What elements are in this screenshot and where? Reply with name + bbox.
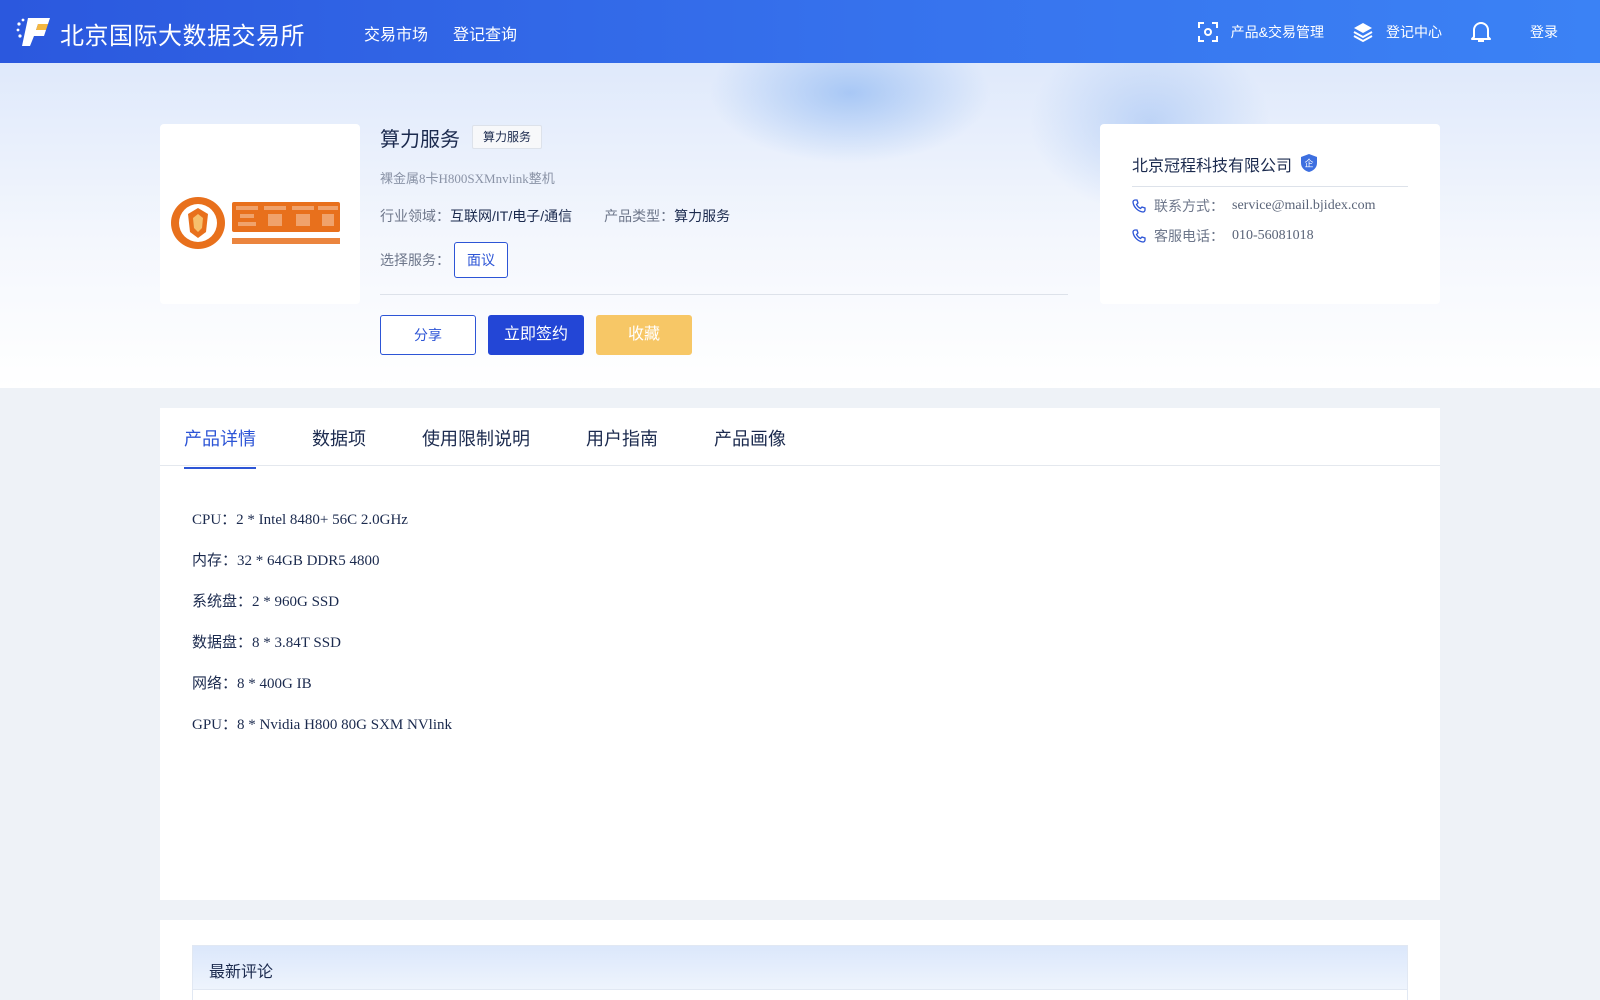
comments-title: 最新评论 xyxy=(209,964,274,981)
company-divider xyxy=(1132,186,1408,187)
product-detail-list: CPU：2 * Intel 8480+ 56C 2.0GHz 内存：32 * 6… xyxy=(192,508,452,754)
register-center-link[interactable]: 登记中心 xyxy=(1352,21,1442,43)
enterprise-shield-icon: 企 xyxy=(1301,154,1317,172)
product-subtitle: 裸金属8卡H800SXMnvlink整机 xyxy=(380,171,555,186)
industry-value: 互联网/IT/电子/通信 xyxy=(450,208,573,224)
detail-system-disk: 系统盘：2 * 960G SSD xyxy=(192,594,340,610)
tab-usage-restrictions[interactable]: 使用限制说明 xyxy=(422,425,530,467)
service-select-row: 选择服务： 面议 xyxy=(380,242,508,278)
comments-header: 最新评论 xyxy=(192,945,1408,990)
comments-body xyxy=(192,990,1408,1000)
top-header: 北京国际大数据交易所 交易市场 登记查询 产品&交易管理 登记中心 登录 xyxy=(0,0,1600,63)
sign-now-button[interactable]: 立即签约 xyxy=(488,315,584,355)
phone-number[interactable]: 010-56081018 xyxy=(1232,228,1314,244)
tab-data-items[interactable]: 数据项 xyxy=(312,425,366,467)
detail-gpu: GPU：8 * Nvidia H800 80G SXM NVlink xyxy=(192,717,453,733)
phone-icon xyxy=(1132,199,1146,213)
enterprise-badge-text: 企 xyxy=(1304,158,1313,170)
company-name[interactable]: 北京冠程科技有限公司 xyxy=(1132,152,1292,176)
contact-email[interactable]: service@mail.bjidex.com xyxy=(1232,198,1376,214)
detail-cpu: CPU：2 * Intel 8480+ 56C 2.0GHz xyxy=(192,512,408,528)
header-right-nav: 产品&交易管理 登记中心 登录 xyxy=(1197,0,1600,63)
login-link[interactable]: 登录 xyxy=(1530,22,1558,42)
nav-trade-market[interactable]: 交易市场 xyxy=(364,21,428,45)
detail-network: 网络：8 * 400G IB xyxy=(192,676,312,692)
industry-label: 行业领域： xyxy=(380,208,450,224)
brand-title[interactable]: 北京国际大数据交易所 xyxy=(60,16,305,51)
gctech-logo-icon xyxy=(171,197,340,249)
type-value: 算力服务 xyxy=(674,208,731,224)
product-title: 算力服务 xyxy=(380,129,460,151)
nav-registry-query[interactable]: 登记查询 xyxy=(453,21,517,45)
phone-icon xyxy=(1132,229,1146,243)
product-tag: 算力服务 xyxy=(472,125,543,149)
scan-frame-icon xyxy=(1197,21,1218,42)
product-trade-mgmt-label: 产品&交易管理 xyxy=(1230,23,1324,40)
register-center-label: 登记中心 xyxy=(1386,23,1442,40)
layers-icon xyxy=(1353,22,1373,42)
phone-label: 客服电话： xyxy=(1154,228,1224,244)
contact-email-row: 联系方式： service@mail.bjidex.com xyxy=(1132,196,1376,216)
share-button[interactable]: 分享 xyxy=(380,315,476,355)
product-logo-card xyxy=(160,124,360,304)
bjidex-logo-icon[interactable] xyxy=(16,14,52,48)
detail-memory: 内存：32 * 64GB DDR5 4800 xyxy=(192,553,380,569)
detail-data-disk: 数据盘：8 * 3.84T SSD xyxy=(192,635,341,651)
service-option-negotiable[interactable]: 面议 xyxy=(454,242,508,278)
service-label: 选择服务： xyxy=(380,252,450,268)
product-meta-row: 行业领域： 互联网/IT/电子/通信 产品类型： 算力服务 xyxy=(380,206,730,226)
tab-user-guide[interactable]: 用户指南 xyxy=(586,425,658,467)
favorite-button[interactable]: 收藏 xyxy=(596,315,692,355)
product-trade-mgmt-link[interactable]: 产品&交易管理 xyxy=(1197,21,1324,43)
main-nav: 交易市场 登记查询 xyxy=(364,21,517,45)
tab-product-details[interactable]: 产品详情 xyxy=(184,425,256,469)
contact-phone-row: 客服电话： 010-56081018 xyxy=(1132,226,1314,246)
detail-tabs: 产品详情 数据项 使用限制说明 用户指南 产品画像 xyxy=(160,408,1440,469)
bell-icon[interactable] xyxy=(1470,20,1492,44)
type-label: 产品类型： xyxy=(604,208,675,224)
details-panel: 产品详情 数据项 使用限制说明 用户指南 产品画像 CPU：2 * Intel … xyxy=(160,408,1440,900)
meta-spacer xyxy=(572,206,604,226)
comments-section: 最新评论 xyxy=(160,920,1440,1000)
tab-product-profile[interactable]: 产品画像 xyxy=(714,425,786,467)
contact-label: 联系方式： xyxy=(1154,198,1224,214)
hero-divider xyxy=(380,294,1068,295)
company-card: 北京冠程科技有限公司 企 联系方式： service@mail.bjidex.c… xyxy=(1100,124,1440,304)
